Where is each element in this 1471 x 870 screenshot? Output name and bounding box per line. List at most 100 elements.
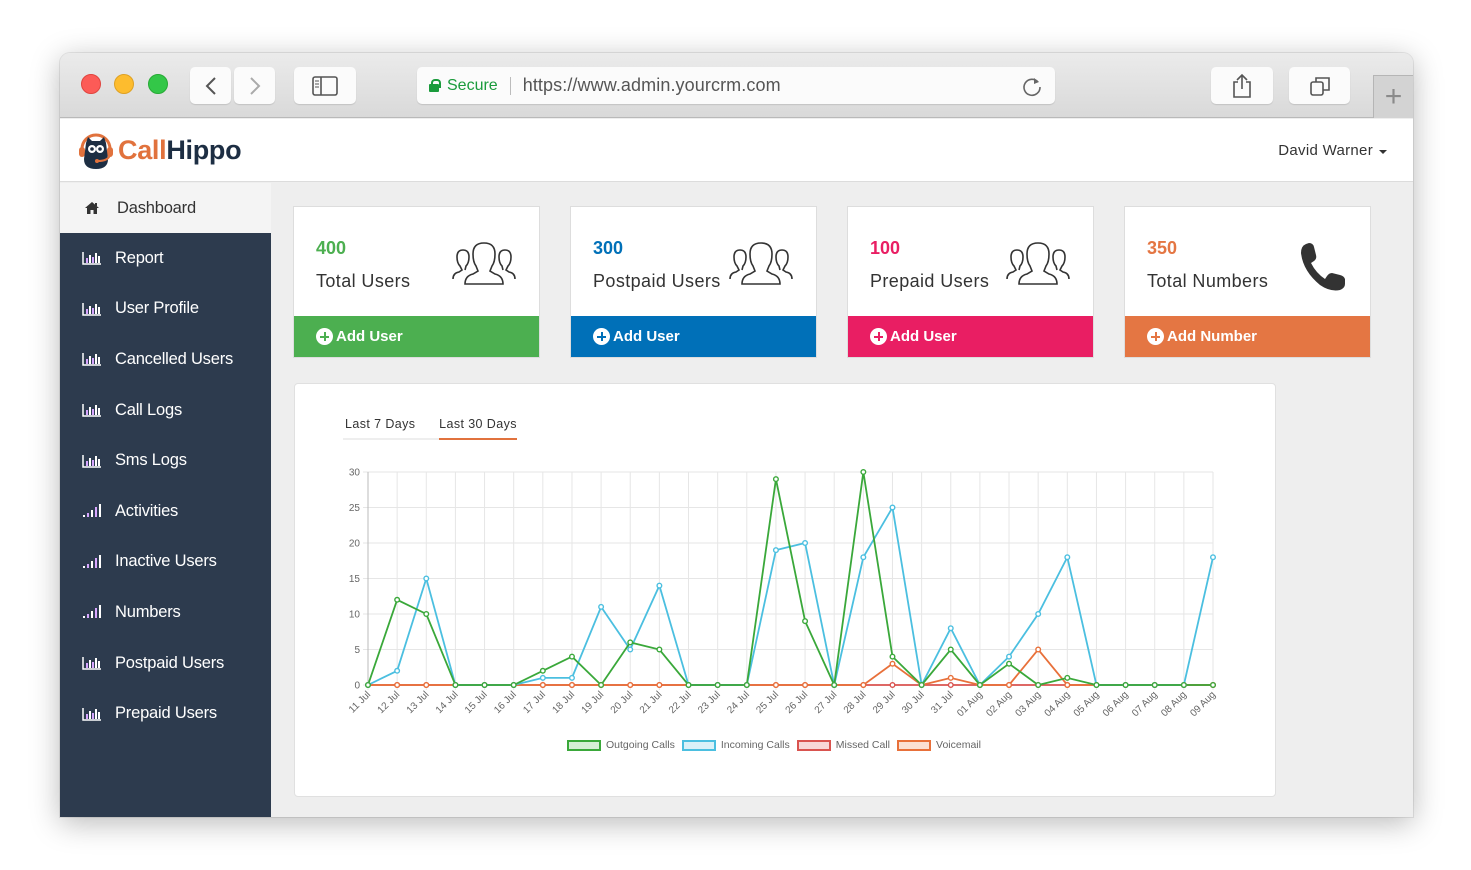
data-point-outgoing-calls xyxy=(364,682,371,689)
sidebar-item-inactive-users[interactable]: Inactive Users xyxy=(60,537,271,588)
data-point-outgoing-calls xyxy=(394,596,401,603)
sidebar-item-numbers[interactable]: Numbers xyxy=(60,587,271,638)
y-tick-label: 30 xyxy=(349,468,361,479)
x-tick-label: 24 Jul xyxy=(725,689,752,716)
minimize-window-button[interactable] xyxy=(114,74,134,94)
plus-circle-icon xyxy=(870,328,887,345)
add-user-button[interactable]: Add User xyxy=(294,316,539,357)
new-tab-button[interactable]: + xyxy=(1373,75,1413,118)
x-tick-label: 26 Jul xyxy=(784,689,811,716)
sidebar-item-label: Prepaid Users xyxy=(115,704,217,723)
x-tick-label: 19 Jul xyxy=(580,689,607,716)
data-point-missed-call xyxy=(889,682,896,689)
x-tick-label: 06 Aug xyxy=(1101,689,1131,719)
sidebar-item-cancelled-users[interactable]: Cancelled Users xyxy=(60,334,271,385)
data-point-voicemail xyxy=(627,682,634,689)
x-tick-label: 23 Jul xyxy=(696,689,723,716)
stat-label: Postpaid Users xyxy=(593,271,721,291)
share-icon xyxy=(1233,73,1251,98)
plus-circle-icon xyxy=(1147,328,1164,345)
legend-item-incoming-calls[interactable]: Incoming Calls xyxy=(681,739,790,751)
data-point-outgoing-calls xyxy=(539,667,546,674)
x-tick-label: 07 Aug xyxy=(1130,689,1160,719)
button-label: Add Number xyxy=(1167,328,1257,345)
x-tick-label: 30 Jul xyxy=(900,689,927,716)
bar-chart-icon xyxy=(82,707,102,721)
data-point-voicemail xyxy=(772,682,779,689)
data-point-voicemail xyxy=(889,660,896,667)
sidebar-item-label: Cancelled Users xyxy=(115,349,234,368)
data-point-incoming-calls xyxy=(539,674,546,681)
sidebar-item-label: Sms Logs xyxy=(115,451,187,470)
sidebar-item-sms-logs[interactable]: Sms Logs xyxy=(60,435,271,486)
sidebar-item-postpaid-users[interactable]: Postpaid Users xyxy=(60,638,271,689)
address-bar[interactable]: Secure https://www.admin.yourcrm.com xyxy=(417,67,1055,104)
back-button[interactable] xyxy=(190,67,231,104)
series-line-voicemail xyxy=(368,648,1213,686)
browser-toolbar: Secure https://www.admin.yourcrm.com + xyxy=(60,53,1413,118)
caret-down-icon xyxy=(1379,149,1387,154)
stat-value: 300 xyxy=(593,238,624,258)
share-button[interactable] xyxy=(1211,67,1273,104)
add-prepaid-user-button[interactable]: Add User xyxy=(848,316,1093,357)
sidebar-item-report[interactable]: Report xyxy=(60,233,271,284)
close-window-button[interactable] xyxy=(81,74,101,94)
main-content: 400 Total Users Add User 300 Postpaid Us… xyxy=(272,183,1413,817)
url-separator xyxy=(509,76,511,95)
legend-swatch xyxy=(897,739,932,751)
data-point-outgoing-calls xyxy=(1180,682,1187,689)
sidebar-item-user-profile[interactable]: User Profile xyxy=(60,284,271,335)
data-point-incoming-calls xyxy=(889,504,896,511)
data-point-voicemail xyxy=(539,682,546,689)
users-icon xyxy=(451,241,517,290)
data-point-outgoing-calls xyxy=(918,682,925,689)
sidebar-toggle-button[interactable] xyxy=(294,67,356,104)
y-tick-label: 25 xyxy=(349,503,361,514)
forward-button[interactable] xyxy=(234,67,275,104)
sidebar-item-activities[interactable]: Activities xyxy=(60,486,271,537)
x-tick-label: 13 Jul xyxy=(405,689,432,716)
maximize-window-button[interactable] xyxy=(148,74,168,94)
stat-card-prepaid-users: 100 Prepaid Users Add User xyxy=(847,206,1094,358)
stat-value: 400 xyxy=(316,238,347,258)
x-tick-label: 15 Jul xyxy=(463,689,490,716)
data-point-outgoing-calls xyxy=(743,682,750,689)
reload-icon[interactable] xyxy=(1021,75,1043,97)
data-point-outgoing-calls xyxy=(685,682,692,689)
callhippo-logo[interactable]: CallHippo xyxy=(76,129,242,171)
show-tabs-button[interactable] xyxy=(1289,67,1350,104)
data-point-outgoing-calls xyxy=(947,646,954,653)
data-point-voicemail xyxy=(1064,682,1071,689)
user-menu[interactable]: David Warner xyxy=(1278,142,1387,159)
data-point-voicemail xyxy=(394,682,401,689)
data-point-outgoing-calls xyxy=(1006,660,1013,667)
x-tick-label: 21 Jul xyxy=(638,689,665,716)
sidebar-item-label: Inactive Users xyxy=(115,552,217,571)
data-point-incoming-calls xyxy=(598,603,605,610)
legend-label: Missed Call xyxy=(835,739,891,751)
home-icon xyxy=(84,201,104,215)
url-text[interactable]: https://www.admin.yourcrm.com xyxy=(523,75,781,96)
calls-line-chart: 0 5 10 15 20 25 30 11 Jul 12 Jul 13 Jul 14 Jul 15 J… xyxy=(347,468,1218,720)
x-tick-label: 31 Jul xyxy=(929,689,956,716)
add-postpaid-user-button[interactable]: Add User xyxy=(571,316,816,357)
add-number-button[interactable]: Add Number xyxy=(1125,316,1370,357)
data-point-incoming-calls xyxy=(1035,610,1042,617)
sidebar-item-call-logs[interactable]: Call Logs xyxy=(60,385,271,436)
sidebar-item-dashboard[interactable]: Dashboard xyxy=(60,183,271,233)
user-name: David Warner xyxy=(1278,142,1373,159)
legend-item-outgoing-calls[interactable]: Outgoing Calls xyxy=(567,739,675,751)
x-tick-label: 11 Jul xyxy=(347,689,373,715)
button-label: Add User xyxy=(613,328,680,345)
x-tick-label: 16 Jul xyxy=(492,689,519,716)
legend-item-missed-call[interactable]: Missed Call xyxy=(796,739,891,751)
data-point-incoming-calls xyxy=(1210,554,1217,561)
data-point-incoming-calls xyxy=(423,575,430,582)
legend-swatch xyxy=(681,739,716,751)
data-point-outgoing-calls xyxy=(860,468,867,475)
x-tick-label: 04 Aug xyxy=(1043,689,1073,719)
sidebar-item-prepaid-users[interactable]: Prepaid Users xyxy=(60,688,271,739)
legend-item-voicemail[interactable]: Voicemail xyxy=(897,739,981,751)
sidebar-item-label: Call Logs xyxy=(115,400,182,419)
data-point-voicemail xyxy=(1006,682,1013,689)
